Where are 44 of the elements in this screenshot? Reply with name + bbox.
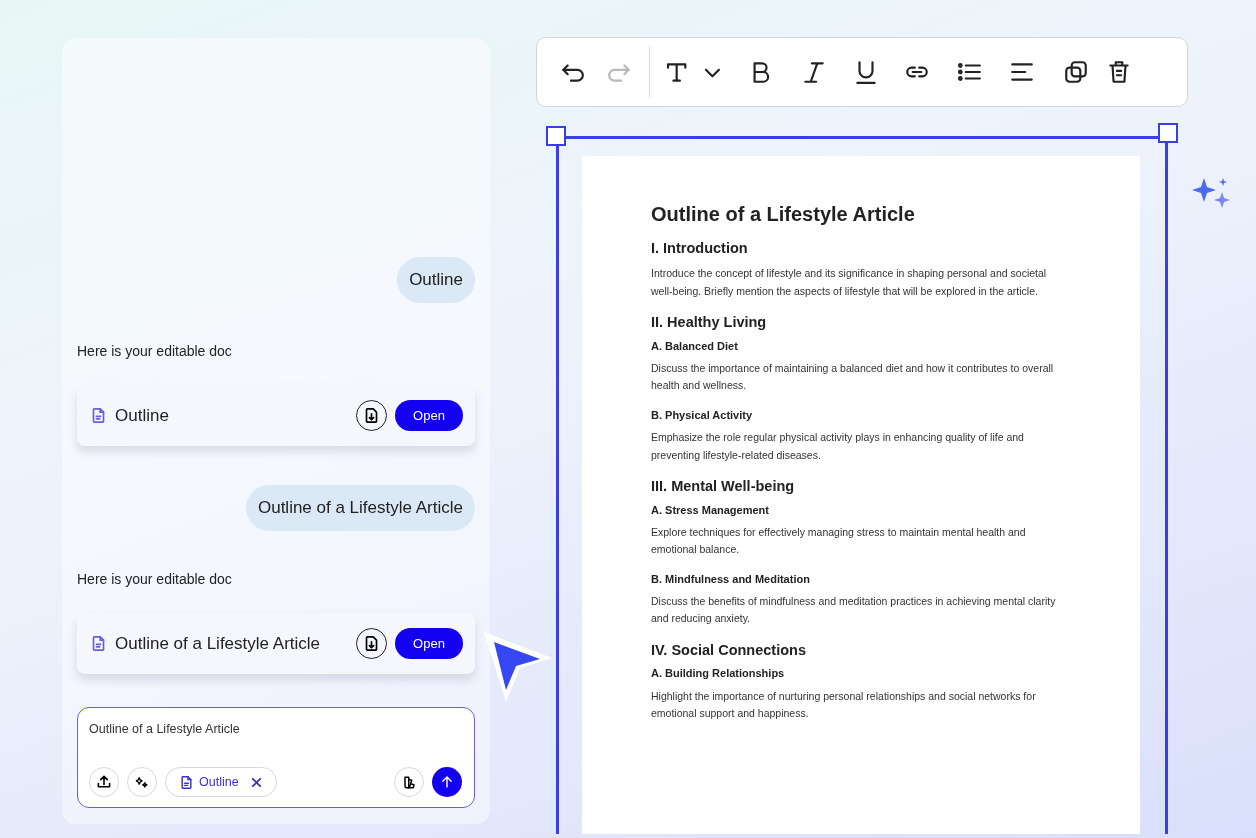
doc-title: Outline bbox=[115, 404, 170, 427]
subsection-text: Highlight the importance of nurturing personal relationships and social networks for emotional support and happiness. bbox=[651, 688, 1037, 721]
section-heading: III. Mental Well-being bbox=[651, 478, 796, 496]
assistant-message: Here is your editable doc bbox=[77, 342, 233, 361]
download-icon bbox=[364, 407, 379, 424]
open-button[interactable]: Open bbox=[395, 400, 463, 431]
delete-icon bbox=[1106, 59, 1132, 85]
magic-button[interactable] bbox=[127, 767, 157, 797]
doc-title: Outline of a Lifestyle Article bbox=[115, 632, 322, 655]
subsection-text: Emphasize the role regular physical activity plays in enhancing quality of life and preventing lifestyle-related diseases. bbox=[651, 430, 1025, 463]
subsection-text: Explore techniques for effectively managing stress to maintain mental health and emotional balance. bbox=[651, 524, 1027, 558]
outline-chip[interactable]: Outline bbox=[165, 767, 277, 797]
subsection-heading: A. Balanced Diet bbox=[651, 339, 739, 353]
user-message: Outline of a Lifestyle Article bbox=[245, 485, 475, 531]
message-composer[interactable]: Outline of a Lifestyle Article Outline bbox=[77, 707, 475, 808]
subsection-text: Discuss the benefits of mindfulness and meditation practices in achieving mental clarity and reducing anxiety. bbox=[651, 593, 1057, 627]
arrow-up-icon bbox=[440, 775, 454, 789]
subsection-heading: A. Building Relationships bbox=[651, 667, 786, 681]
close-icon[interactable] bbox=[250, 776, 262, 788]
subsection-text: Discuss the importance of maintaining a balanced diet and how it contributes to overall health and wellness. bbox=[651, 360, 1055, 394]
document-icon bbox=[180, 774, 193, 790]
document-title: Outline of a Lifestyle Article bbox=[651, 202, 916, 226]
send-button[interactable] bbox=[432, 767, 462, 797]
resize-handle[interactable] bbox=[546, 126, 566, 146]
template-button[interactable] bbox=[394, 767, 424, 797]
section-heading: I. Introduction bbox=[651, 240, 749, 258]
duplicate-icon bbox=[1062, 59, 1090, 85]
section-heading: II. Healthy Living bbox=[651, 314, 768, 332]
subsection-heading: A. Stress Management bbox=[651, 503, 770, 517]
section-text: Introduce the concept of lifestyle and its significance in shaping personal and societal well-being. Briefly mention the aspects of lifestyle that will be explored in the article. bbox=[651, 266, 1048, 299]
assistant-message: Here is your editable doc bbox=[77, 570, 233, 589]
subsection-heading: B. Physical Activity bbox=[651, 408, 754, 423]
chip-label: Outline bbox=[199, 773, 239, 791]
upload-button[interactable] bbox=[89, 767, 119, 797]
document-icon bbox=[91, 635, 106, 652]
resize-handle[interactable] bbox=[1158, 123, 1178, 143]
download-icon bbox=[364, 635, 379, 652]
upload-icon bbox=[96, 774, 112, 790]
sparkle-icon bbox=[135, 775, 149, 789]
section-heading: IV. Social Connections bbox=[651, 641, 807, 660]
open-button[interactable]: Open bbox=[395, 628, 463, 659]
user-message: Outline bbox=[397, 257, 475, 303]
document-icon bbox=[91, 407, 106, 424]
subsection-heading: B. Mindfulness and Meditation bbox=[651, 572, 811, 586]
